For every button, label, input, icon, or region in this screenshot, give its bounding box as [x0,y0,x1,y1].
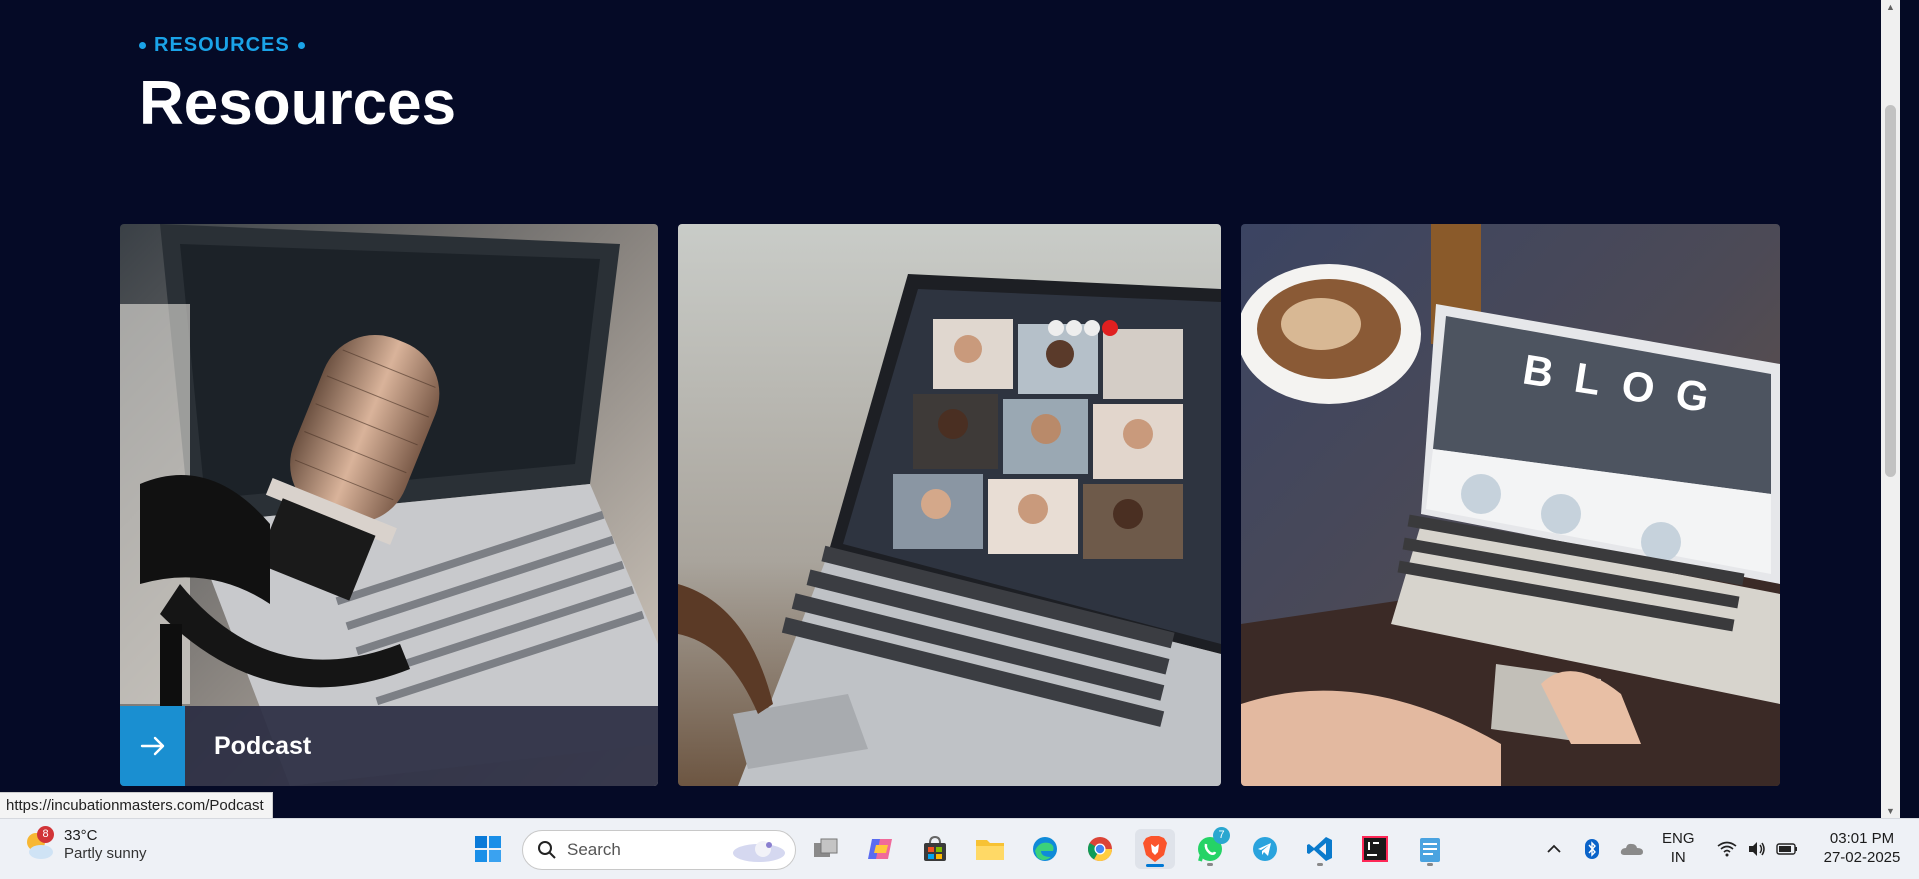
section-eyebrow: RESOURCES [139,34,305,57]
eyebrow-dot-right [297,42,305,49]
windows-taskbar: 8 33°C Partly sunny Search 7 ENG IN 03:0… [0,818,1919,879]
running-app-indicator [1427,863,1433,866]
resource-card-webinar[interactable] [678,224,1221,786]
vscode-icon[interactable] [1300,829,1340,869]
onedrive-icon[interactable] [1614,829,1650,869]
clock-date: 27-02-2025 [1823,849,1901,866]
search-highlight-icon [733,841,785,862]
volume-icon[interactable] [1742,829,1772,869]
arrow-right-icon[interactable] [120,706,185,786]
language-indicator[interactable]: ENG IN [1662,829,1695,867]
running-app-indicator [1207,863,1213,866]
wifi-icon[interactable] [1712,829,1742,869]
notepad-icon[interactable] [1410,829,1450,869]
edge-browser-icon[interactable] [1025,829,1065,869]
search-placeholder: Search [567,840,621,859]
eyebrow-dot-left [139,42,146,49]
scroll-down-icon[interactable]: ▼ [1886,806,1895,816]
copilot-icon[interactable] [860,829,900,869]
language-line2: IN [1670,849,1686,866]
intellij-icon[interactable] [1355,829,1395,869]
task-view-icon[interactable] [806,829,846,869]
scroll-up-icon[interactable]: ▲ [1886,2,1895,12]
weather-temp: 33°C [64,827,98,844]
microsoft-store-icon[interactable] [915,829,955,869]
podcast-image [120,224,658,786]
taskbar-search-input[interactable]: Search [522,830,796,870]
page-scrollbar[interactable]: ▲ ▼ [1881,0,1900,818]
bluetooth-icon[interactable] [1574,829,1610,869]
telegram-icon[interactable] [1245,829,1285,869]
scrollbar-thumb[interactable] [1885,105,1896,477]
card-caption-label[interactable]: Podcast [214,732,311,761]
weather-badge: 8 [37,826,54,843]
brave-browser-icon[interactable] [1135,829,1175,869]
resources-page: RESOURCES Resources Podcast BLOG ▲ ▼ htt… [0,0,1900,818]
battery-icon[interactable] [1772,829,1802,869]
blog-image: BLOG [1241,224,1780,786]
search-icon [538,841,556,859]
resource-card-blog[interactable]: BLOG [1241,224,1780,786]
page-title: Resources [139,69,457,138]
resource-card-podcast[interactable]: Podcast [120,224,658,786]
partly-sunny-icon: 8 [22,826,56,862]
status-bar-url: https://incubationmasters.com/Podcast [0,792,273,818]
weather-widget[interactable]: 8 33°C Partly sunny [22,826,147,863]
chevron-up-icon[interactable] [1534,829,1574,869]
chrome-browser-icon[interactable] [1080,829,1120,869]
windows-start-icon[interactable] [468,829,508,869]
language-line1: ENG [1662,830,1695,847]
card-caption[interactable]: Podcast [120,706,658,786]
clock[interactable]: 03:01 PM 27-02-2025 [1814,829,1910,867]
file-explorer-icon[interactable] [970,829,1010,869]
eyebrow-label: RESOURCES [154,34,290,56]
weather-condition: Partly sunny [64,845,147,862]
video-conference-image [678,224,1221,786]
clock-time: 03:01 PM [1829,830,1895,847]
whatsapp-icon[interactable]: 7 [1190,827,1230,869]
running-app-indicator [1317,863,1323,866]
whatsapp-badge: 7 [1213,827,1230,844]
active-app-indicator [1146,864,1164,867]
